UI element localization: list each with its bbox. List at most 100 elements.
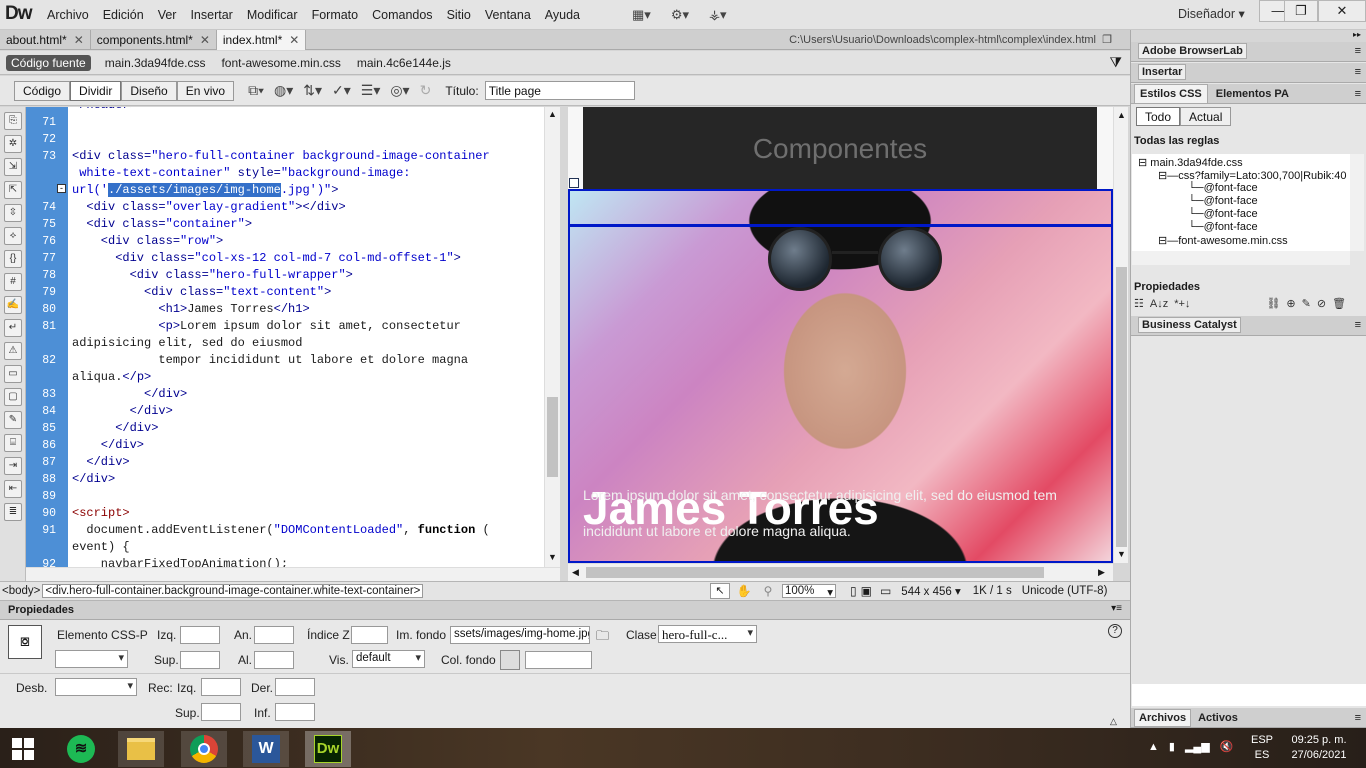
- disable-icon[interactable]: ⊘: [1317, 297, 1326, 310]
- clock[interactable]: 09:25 p. m. 27/06/2021: [1284, 733, 1354, 763]
- business-catalyst-header[interactable]: Business Catalyst ≡: [1131, 316, 1366, 336]
- collapse-toggle-icon[interactable]: -: [57, 184, 66, 193]
- menu-archivo[interactable]: Archivo: [47, 8, 89, 22]
- delete-icon[interactable]: 🗑: [1332, 297, 1346, 310]
- file-explorer-icon[interactable]: [118, 731, 164, 767]
- zoom-select[interactable]: 100% ▾: [782, 584, 836, 599]
- chrome-icon[interactable]: [181, 731, 227, 767]
- hero-container[interactable]: James Torres Lorem ipsum dolor sit amet,…: [568, 189, 1113, 563]
- menu-modificar[interactable]: Modificar: [247, 8, 298, 22]
- col-fondo-input[interactable]: [525, 651, 592, 669]
- dreamweaver-taskbar-icon[interactable]: Dw: [305, 731, 351, 767]
- snippet-icon[interactable]: ✎: [4, 411, 22, 429]
- related-file[interactable]: font-awesome.min.css: [221, 56, 340, 70]
- close-tab-icon[interactable]: ✕: [289, 33, 299, 47]
- open-documents-icon[interactable]: ⎘: [4, 112, 22, 130]
- collapse-selection-icon[interactable]: ⇱: [4, 181, 22, 199]
- scroll-up-icon[interactable]: ▲: [1117, 110, 1126, 120]
- clase-select[interactable]: hero-full-c...: [658, 625, 757, 643]
- menu-ver[interactable]: Ver: [158, 8, 177, 22]
- related-file[interactable]: main.4c6e144e.js: [357, 56, 451, 70]
- alpha-view-icon[interactable]: A↓z: [1150, 298, 1168, 310]
- scroll-up-icon[interactable]: ▲: [548, 109, 557, 119]
- scroll-down-icon[interactable]: ▼: [1117, 549, 1126, 559]
- window-size-icon-3[interactable]: ▭: [880, 584, 891, 598]
- close-tab-icon[interactable]: ✕: [74, 33, 84, 47]
- check-browser-icon[interactable]: ✓▾: [332, 82, 351, 99]
- code-scrollbar[interactable]: ▲ ▼: [544, 107, 560, 567]
- tree-item[interactable]: ⊟—font-awesome.min.css: [1158, 234, 1288, 247]
- scroll-right-icon[interactable]: ▶: [1098, 567, 1105, 578]
- set-properties-icon[interactable]: *+↓: [1174, 298, 1190, 310]
- im-fondo-input[interactable]: ssets/images/img-home.jpg: [450, 626, 590, 644]
- related-file[interactable]: main.3da94fde.css: [105, 56, 206, 70]
- indice-z-input[interactable]: [351, 626, 388, 644]
- window-size[interactable]: 544 x 456 ▾: [901, 584, 960, 598]
- layer-marker-icon[interactable]: [569, 178, 579, 188]
- actual-button[interactable]: Actual: [1180, 107, 1232, 126]
- al-input[interactable]: [254, 651, 294, 669]
- view-design-button[interactable]: Diseño: [121, 80, 177, 101]
- tree-item[interactable]: ⊟ main.3da94fde.css: [1138, 156, 1243, 169]
- scroll-thumb[interactable]: [547, 397, 558, 477]
- zoom-tool-icon[interactable]: ⚲: [758, 584, 778, 598]
- design-scrollbar[interactable]: ▲ ▼: [1113, 107, 1128, 563]
- tree-item[interactable]: └─@font-face: [1188, 195, 1258, 207]
- browserlab-header[interactable]: Adobe BrowserLab ≡: [1131, 42, 1366, 62]
- restore-icon[interactable]: ❐: [1284, 0, 1318, 22]
- view-code-button[interactable]: Código: [14, 80, 71, 101]
- show-hidden-icon[interactable]: ▲: [1148, 741, 1159, 753]
- element-id-select[interactable]: [55, 650, 128, 668]
- izq-input[interactable]: [180, 626, 220, 644]
- folder-icon[interactable]: 🗀: [596, 627, 609, 649]
- pointer-tool-icon[interactable]: ↖: [710, 583, 730, 599]
- word-icon[interactable]: W: [243, 731, 289, 767]
- expand-icon[interactable]: ⇳: [4, 204, 22, 222]
- language-indicator[interactable]: ESP ES: [1251, 733, 1273, 763]
- help-icon[interactable]: ?: [1108, 624, 1122, 638]
- tag-selector-body[interactable]: <body>: [2, 585, 40, 597]
- collapse-panel-icon[interactable]: △: [1110, 716, 1117, 727]
- validate-icon[interactable]: ☰▾: [361, 82, 381, 99]
- wrap-icon[interactable]: ↵: [4, 319, 22, 337]
- window-size-icon-2[interactable]: ▣: [861, 584, 872, 598]
- todo-button[interactable]: Todo: [1136, 107, 1181, 126]
- highlight-icon[interactable]: ✍: [4, 296, 22, 314]
- collapse-icon[interactable]: ⇲: [4, 158, 22, 176]
- design-hscrollbar[interactable]: ◀ ▶: [568, 563, 1113, 581]
- indent-icon[interactable]: ⇥: [4, 457, 22, 475]
- new-rule-icon[interactable]: ⊕: [1286, 297, 1295, 310]
- close-tab-icon[interactable]: ✕: [200, 33, 210, 47]
- line-numbers-icon[interactable]: #: [4, 273, 22, 291]
- menu-sitio[interactable]: Sitio: [447, 8, 471, 22]
- windows-start-icon[interactable]: [0, 731, 46, 767]
- battery-icon[interactable]: ▮: [1169, 740, 1175, 753]
- code-hscrollbar[interactable]: [26, 567, 560, 581]
- window-size-icon-1[interactable]: ▯: [850, 584, 857, 598]
- rec-izq-input[interactable]: [201, 678, 241, 696]
- menu-ayuda[interactable]: Ayuda: [545, 8, 580, 22]
- rec-sup-input[interactable]: [201, 703, 241, 721]
- volume-muted-icon[interactable]: 🔇: [1220, 740, 1234, 753]
- close-icon[interactable]: ✕: [1318, 0, 1366, 22]
- tree-item[interactable]: └─@font-face: [1188, 208, 1258, 220]
- scroll-left-icon[interactable]: ◀: [572, 567, 579, 578]
- sup-input[interactable]: [180, 651, 220, 669]
- css-rules-tree[interactable]: ⊟ main.3da94fde.css ⊟—css?family=Lato:30…: [1132, 154, 1350, 251]
- outdent-icon[interactable]: ⇤: [4, 480, 22, 498]
- format-icon[interactable]: ≣: [4, 503, 22, 521]
- code-editor[interactable]: </header> <div class="hero-full-containe…: [68, 107, 544, 567]
- layout-icon[interactable]: ▦▾: [632, 7, 651, 23]
- menu-ventana[interactable]: Ventana: [485, 8, 531, 22]
- globe-icon[interactable]: ◍▾: [274, 82, 293, 99]
- tab-estilos-css[interactable]: Estilos CSS: [1134, 83, 1208, 104]
- gear-icon[interactable]: ⚙▾: [671, 7, 689, 23]
- desb-select[interactable]: [55, 678, 137, 696]
- refresh-icon[interactable]: ↻: [420, 82, 432, 99]
- tree-item[interactable]: └─@font-face: [1188, 182, 1258, 194]
- view-live-button[interactable]: En vivo: [176, 80, 235, 101]
- vis-select[interactable]: default: [352, 650, 425, 668]
- title-input[interactable]: [484, 81, 635, 100]
- signal-icon[interactable]: ▂▄▆: [1185, 740, 1210, 753]
- tag-icon[interactable]: ✲: [4, 135, 22, 153]
